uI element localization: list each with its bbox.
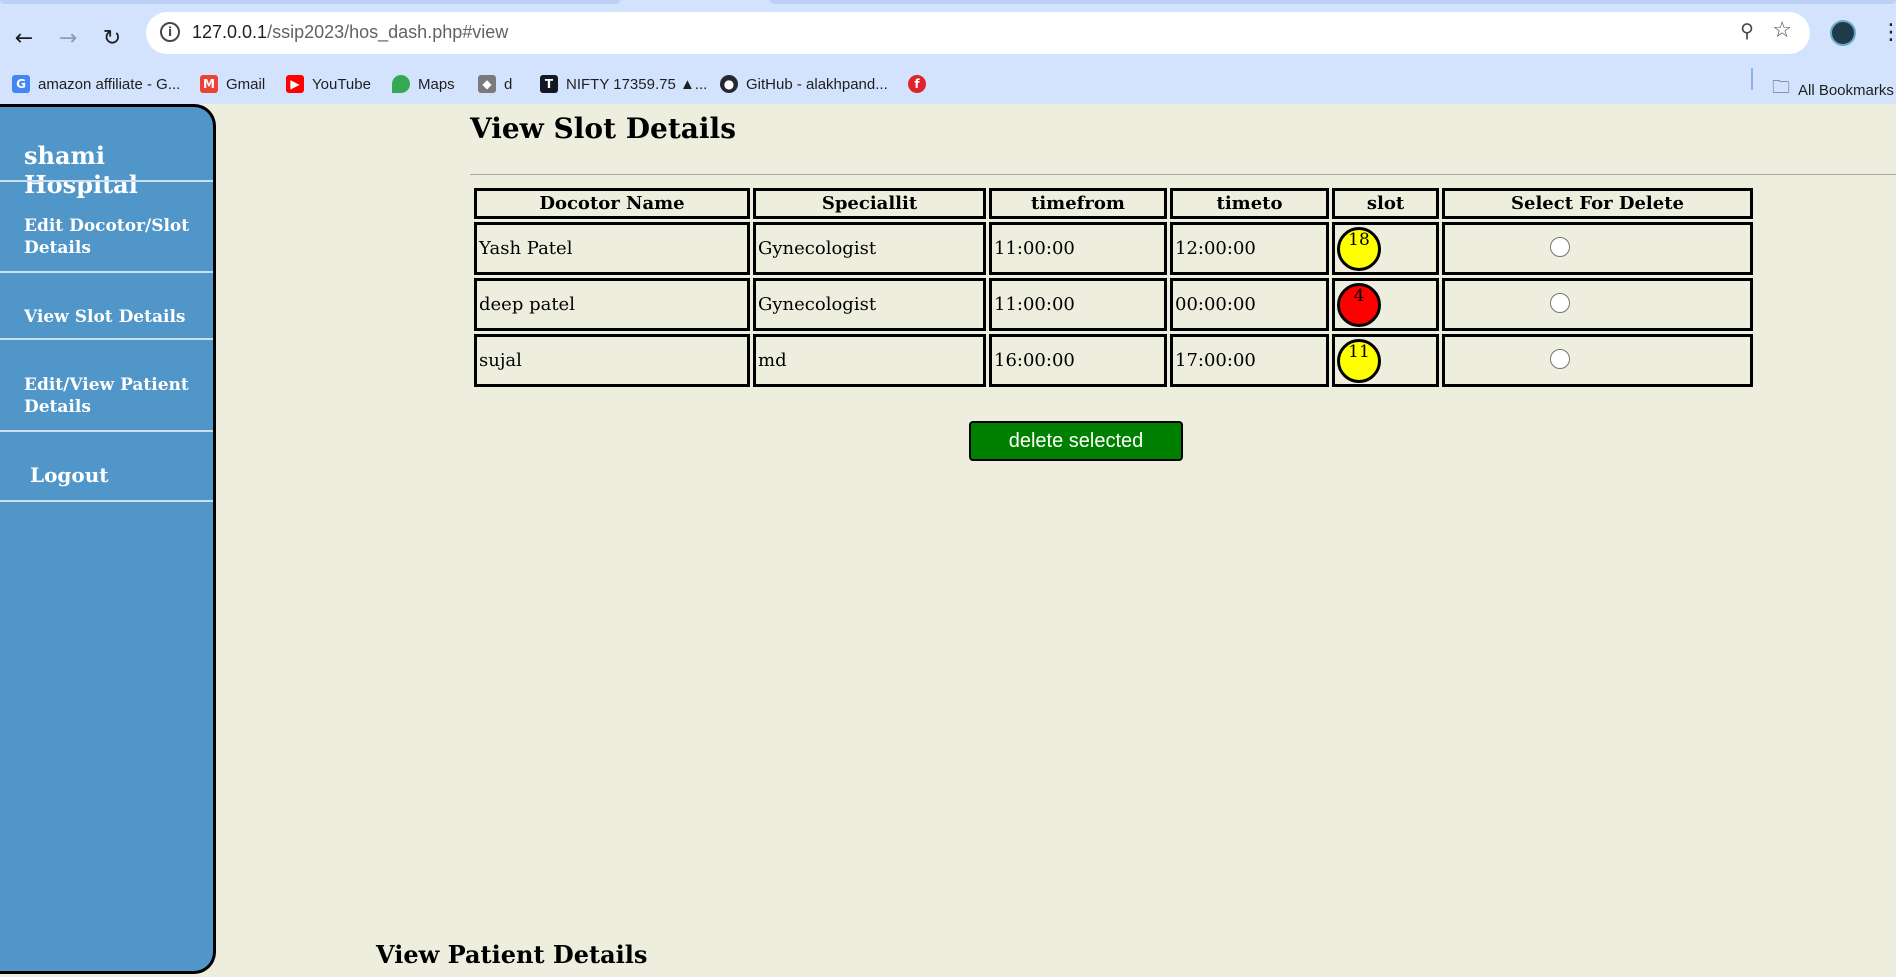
column-header-select-for-delete: Select For Delete [1442,188,1753,219]
reload-icon[interactable]: ↻ [96,22,128,54]
page-content: shami Hospital Edit Docotor/Slot Details… [0,104,1896,977]
flipkart-icon: f [908,75,926,93]
column-header-speciality: Speciallit [753,188,986,219]
delete-selected-button[interactable]: delete selected [969,421,1183,461]
tradingview-icon: T [540,75,558,93]
sidebar-divider [0,271,213,273]
speciality-cell: Gynecologist [753,278,986,331]
sidebar-divider [0,500,213,502]
doctor-name-cell: deep patel [474,278,750,331]
maps-icon [392,75,410,93]
bookmark-d-icon: ◆ [478,75,496,93]
browser-menu-icon[interactable]: ⋮ [1880,20,1896,45]
bookmarks-bar: G amazon affiliate - G... M Gmail ▶ YouT… [0,66,1896,104]
all-bookmarks[interactable]: 🗀 All Bookmarks [1772,75,1894,105]
column-header-slot: slot [1332,188,1439,219]
sidebar-item-edit-view-patient[interactable]: Edit/View Patient Details [24,374,204,418]
slot-count-badge: 11 [1337,338,1381,383]
back-icon[interactable]: ← [8,22,40,54]
table-header-row: Docotor Name Speciallit timefrom timeto … [474,188,1753,219]
timefrom-cell: 11:00:00 [989,278,1167,331]
bookmark-star-icon[interactable]: ☆ [1772,18,1792,43]
slot-count-badge: 18 [1337,226,1381,271]
timeto-cell: 12:00:00 [1170,222,1329,275]
speciality-cell: md [753,334,986,387]
youtube-icon: ▶ [286,75,304,93]
sidebar-divider [0,430,213,432]
hospital-name: shami Hospital [24,141,138,199]
table-row: sujal md 16:00:00 17:00:00 11 [474,334,1753,387]
tab-inactive[interactable] [0,0,620,4]
tab-strip [0,0,1896,10]
forward-icon[interactable]: → [52,22,84,54]
logout-link[interactable]: Logout [30,463,109,487]
address-bar[interactable]: i 127.0.0.1/ssip2023/hos_dash.php#view ⚲… [146,12,1810,54]
sidebar: shami Hospital Edit Docotor/Slot Details… [0,104,216,974]
tab-active[interactable] [770,0,1896,4]
page-title: View Slot Details [470,112,736,145]
browser-chrome: ← → ↻ i 127.0.0.1/ssip2023/hos_dash.php#… [0,0,1896,104]
bookmark-amazon-affiliate[interactable]: G amazon affiliate - G... [12,75,180,93]
patient-details-title: View Patient Details [376,940,648,969]
slot-cell: 4 [1332,278,1439,331]
bookmark-youtube[interactable]: ▶ YouTube [286,75,371,93]
github-icon: ● [720,75,738,93]
gmail-icon: M [200,75,218,93]
select-cell [1442,278,1753,331]
bookmark-gmail[interactable]: M Gmail [200,75,265,93]
google-icon: G [12,75,30,93]
timeto-cell: 00:00:00 [1170,278,1329,331]
bookmark-github[interactable]: ● GitHub - alakhpand... [720,75,888,93]
bookmark-nifty[interactable]: T NIFTY 17359.75 ▲... [540,75,707,93]
column-header-timeto: timeto [1170,188,1329,219]
slot-count-badge: 4 [1337,282,1381,327]
browser-toolbar: ← → ↻ i 127.0.0.1/ssip2023/hos_dash.php#… [0,10,1896,66]
slot-cell: 18 [1332,222,1439,275]
sidebar-divider [0,338,213,340]
table-row: deep patel Gynecologist 11:00:00 00:00:0… [474,278,1753,331]
speciality-cell: Gynecologist [753,222,986,275]
select-for-delete-radio[interactable] [1550,237,1570,257]
bookmarks-separator [1751,68,1753,90]
bookmark-flipkart[interactable]: f [908,75,926,93]
slot-table: Docotor Name Speciallit timefrom timeto … [471,185,1756,390]
sidebar-item-edit-doctor-slot[interactable]: Edit Docotor/Slot Details [24,215,204,259]
doctor-name-cell: Yash Patel [474,222,750,275]
select-cell [1442,334,1753,387]
doctor-name-cell: sujal [474,334,750,387]
select-for-delete-radio[interactable] [1550,293,1570,313]
select-for-delete-radio[interactable] [1550,349,1570,369]
timeto-cell: 17:00:00 [1170,334,1329,387]
timefrom-cell: 16:00:00 [989,334,1167,387]
table-row: Yash Patel Gynecologist 11:00:00 12:00:0… [474,222,1753,275]
column-header-timefrom: timefrom [989,188,1167,219]
sidebar-divider [0,180,213,182]
folder-icon: 🗀 [1772,77,1790,98]
slot-cell: 11 [1332,334,1439,387]
profile-avatar-icon[interactable] [1830,20,1856,46]
bookmark-d[interactable]: ◆ d [478,75,512,93]
site-info-icon[interactable]: i [160,22,180,42]
column-header-doctor-name: Docotor Name [474,188,750,219]
timefrom-cell: 11:00:00 [989,222,1167,275]
sidebar-item-view-slot[interactable]: View Slot Details [24,306,204,328]
title-divider [470,174,1896,175]
url-text[interactable]: 127.0.0.1/ssip2023/hos_dash.php#view [192,22,508,43]
zoom-icon[interactable]: ⚲ [1740,20,1754,42]
bookmark-maps[interactable]: Maps [392,75,455,93]
select-cell [1442,222,1753,275]
